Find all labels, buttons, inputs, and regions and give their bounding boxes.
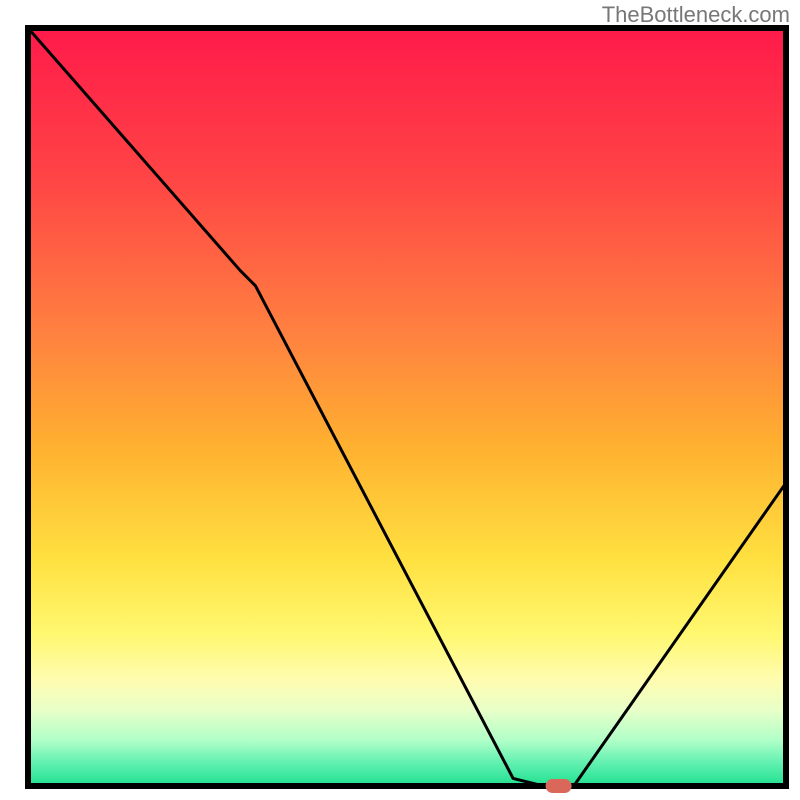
gradient-background xyxy=(28,28,786,786)
bottleneck-chart xyxy=(0,0,800,800)
optimum-marker xyxy=(546,779,572,793)
chart-container: TheBottleneck.com xyxy=(0,0,800,800)
